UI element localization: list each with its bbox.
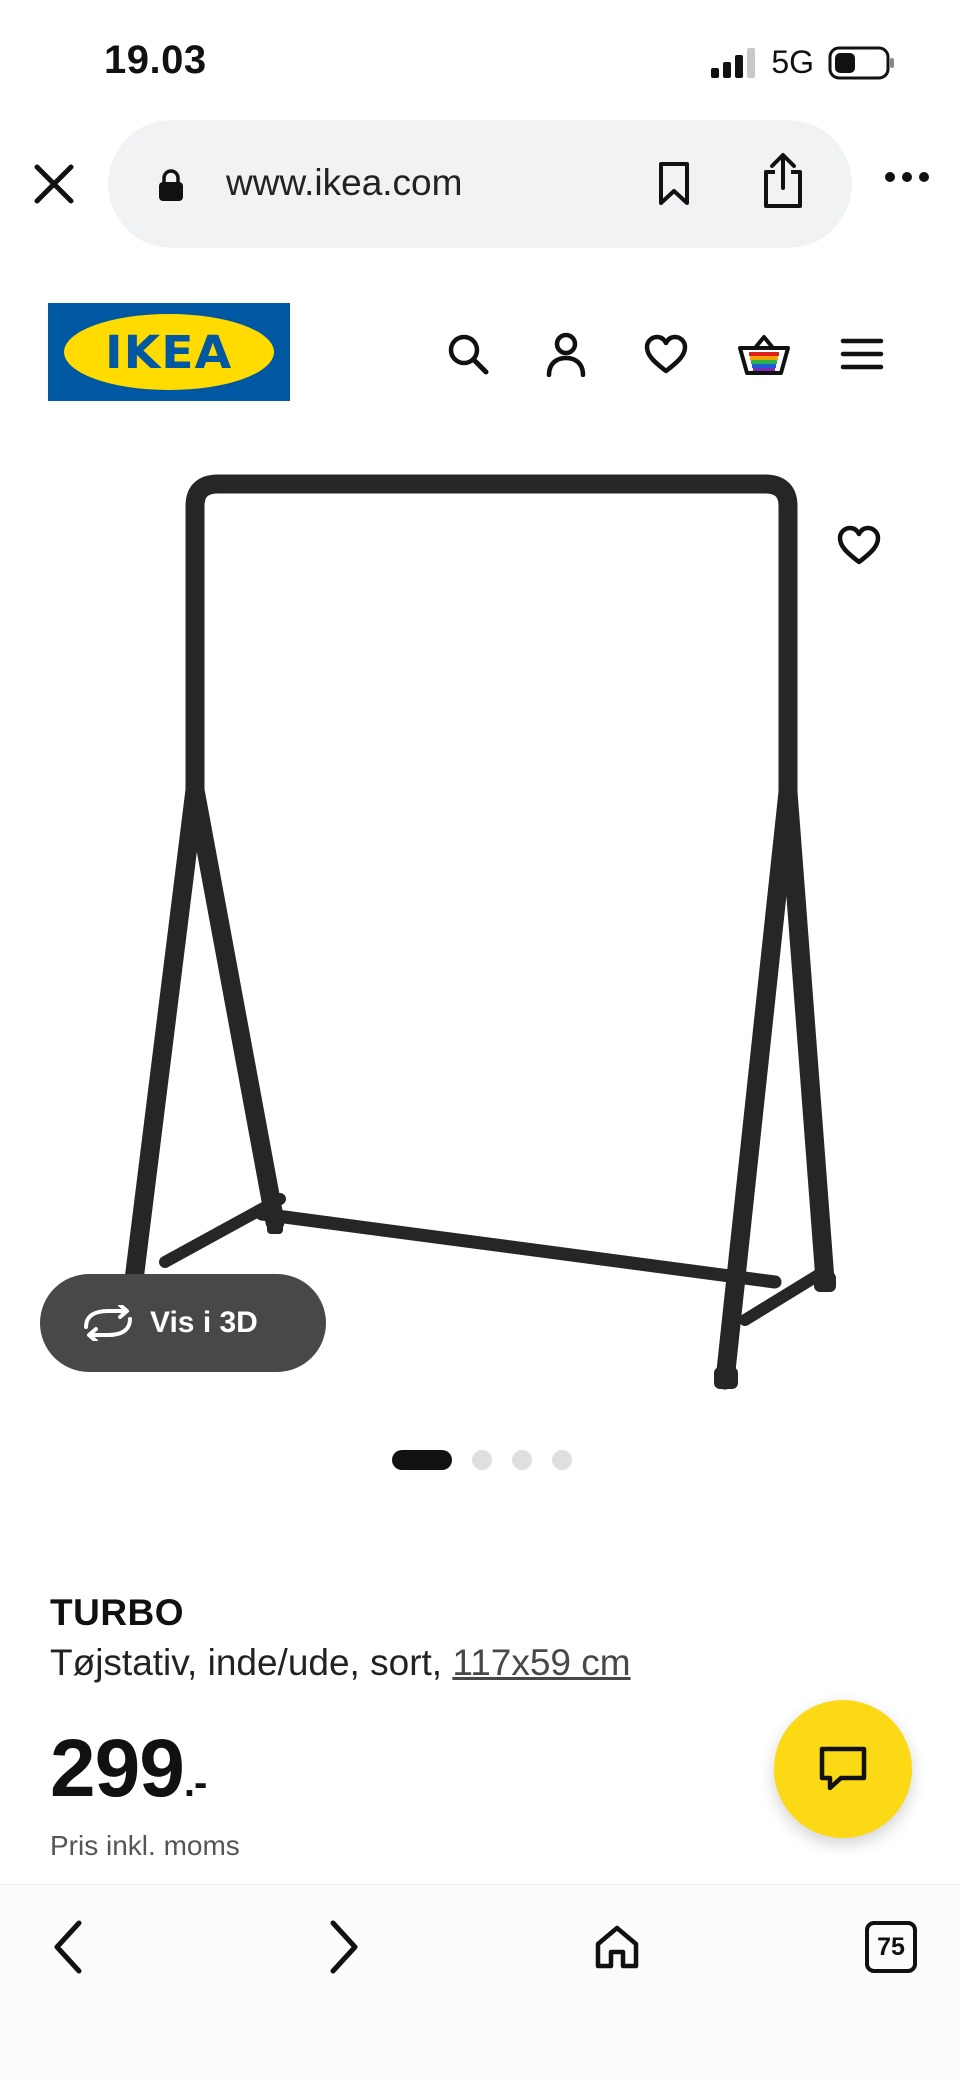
search-icon — [448, 334, 489, 375]
heart-icon — [837, 525, 881, 565]
more-icon — [885, 172, 929, 182]
url-text[interactable]: www.ikea.com — [226, 162, 462, 204]
lock-icon — [159, 169, 183, 201]
product-name: TURBO — [50, 1592, 185, 1633]
chevron-left-icon — [54, 1920, 82, 1974]
browser-toolbar — [0, 1884, 960, 2079]
pagination-dot-active[interactable] — [392, 1450, 452, 1470]
chat-button[interactable] — [774, 1700, 912, 1838]
search-button[interactable] — [440, 326, 496, 382]
network-label: 5G — [771, 44, 814, 80]
menu-button[interactable] — [834, 326, 890, 382]
status-time: 19.03 — [104, 38, 207, 82]
tabs-button[interactable]: 75 — [856, 1912, 926, 1982]
account-icon — [546, 332, 586, 377]
hamburger-menu-icon — [840, 338, 884, 370]
pagination-dot[interactable] — [472, 1450, 492, 1470]
battery-icon — [828, 46, 894, 79]
save-to-favourites-button[interactable] — [836, 524, 888, 576]
product-description-text: Tøjstativ, inde/ude, sort, — [50, 1642, 453, 1683]
bookmark-icon — [659, 162, 689, 205]
view-in-3d-label: Vis i 3D — [150, 1306, 258, 1339]
more-options-button[interactable] — [884, 170, 930, 189]
vat-note: Pris inkl. moms — [50, 1830, 240, 1861]
tab-count: 75 — [865, 1921, 917, 1973]
close-icon — [34, 164, 74, 204]
forward-button[interactable] — [308, 1912, 378, 1982]
status-indicators: 5G — [711, 44, 896, 81]
bookmark-button[interactable] — [652, 160, 696, 213]
share-icon — [764, 153, 802, 208]
price-value: 299 — [50, 1723, 185, 1814]
back-button[interactable] — [34, 1912, 104, 1982]
product-size-link[interactable]: 117x59 cm — [452, 1642, 630, 1683]
chevron-right-icon — [330, 1920, 358, 1974]
account-button[interactable] — [538, 326, 594, 382]
basket-icon — [738, 335, 790, 375]
product-price: 299.- — [50, 1722, 207, 1816]
pagination-dot[interactable] — [552, 1450, 572, 1470]
price-suffix: .- — [183, 1761, 207, 1805]
product-image[interactable] — [110, 462, 852, 1410]
image-pagination[interactable] — [392, 1450, 572, 1470]
rotate-3d-icon — [84, 1305, 132, 1341]
view-in-3d-button[interactable]: Vis i 3D — [40, 1274, 326, 1372]
chat-bubble-icon — [819, 1746, 867, 1791]
address-bar[interactable] — [108, 120, 852, 248]
basket-button[interactable] — [736, 326, 792, 382]
home-button[interactable] — [582, 1912, 652, 1982]
ikea-logo-oval: IKEA — [64, 314, 274, 390]
ikea-logo-text: IKEA — [105, 325, 233, 379]
product-description: Tøjstativ, inde/ude, sort, 117x59 cm — [50, 1642, 631, 1684]
share-button[interactable] — [758, 152, 808, 215]
pagination-dot[interactable] — [512, 1450, 532, 1470]
cellular-signal-icon — [711, 47, 756, 78]
close-browser-button[interactable] — [28, 158, 80, 210]
home-icon — [595, 1925, 639, 1969]
wishlist-button[interactable] — [638, 326, 694, 382]
clothes-rack-illustration — [120, 474, 836, 1390]
heart-icon — [644, 334, 688, 374]
ikea-logo[interactable]: IKEA — [48, 303, 290, 401]
